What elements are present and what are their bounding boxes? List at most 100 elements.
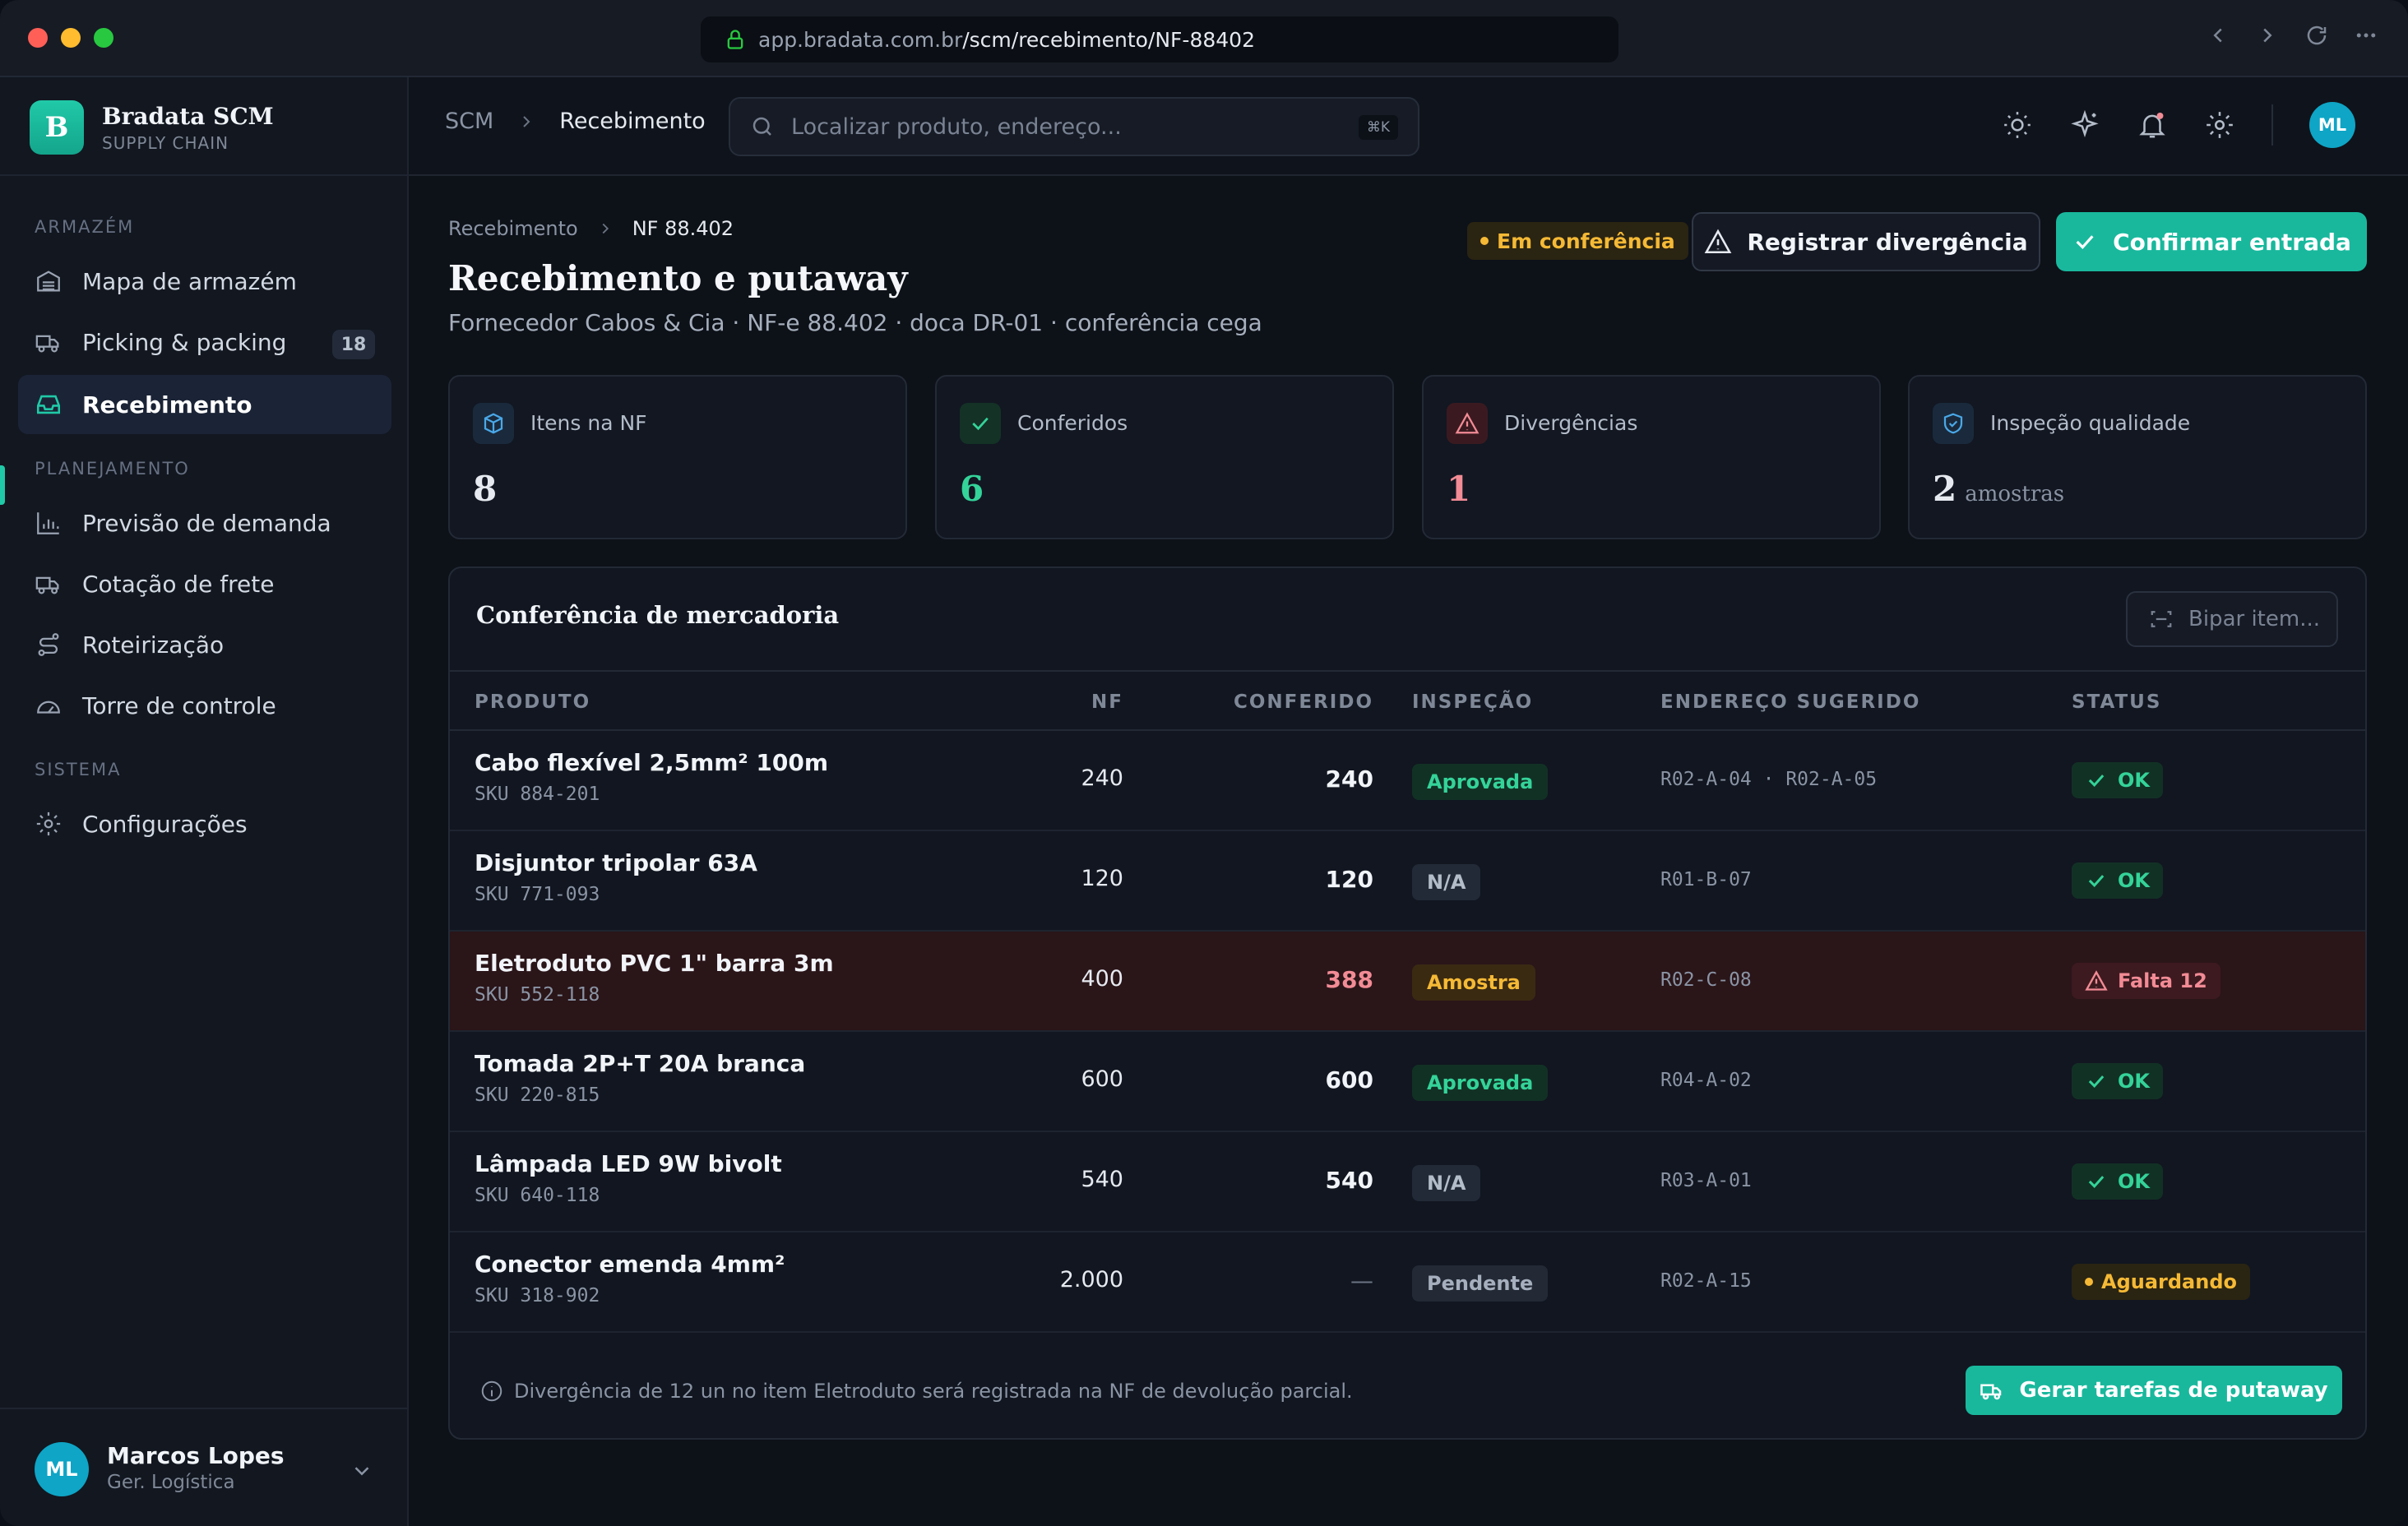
status-dot [1480, 237, 1489, 245]
status-label: Aguardando [2101, 1270, 2237, 1293]
suggested-address: R02-C-08 [1660, 969, 1752, 991]
sidebar: B Bradata SCM SUPPLY CHAIN ARMAZÉM Mapa … [0, 77, 409, 1526]
stat-number: 2 [1933, 469, 1957, 509]
stat-label: Divergências [1504, 411, 1638, 435]
reload-icon[interactable] [2304, 23, 2329, 48]
sidebar-item-label: Roteirização [82, 631, 225, 659]
check-icon [2088, 1176, 2105, 1189]
check-icon [2088, 1075, 2105, 1089]
status-label: OK [2118, 869, 2150, 892]
column-header-nf[interactable]: NF [1091, 691, 1123, 713]
footer-note-text: Divergência de 12 un no item Eletroduto … [514, 1380, 1353, 1403]
stat-value: 8 [473, 469, 497, 509]
search-placeholder: Localizar produto, endereço... [791, 113, 1122, 140]
sidebar-item-label: Configurações [82, 810, 248, 838]
status-badge: Aguardando [2072, 1264, 2250, 1300]
check-icon [2088, 775, 2105, 788]
stat-unit: amostras [1965, 482, 2065, 506]
breadcrumb: SCM Recebimento [445, 109, 706, 134]
stat-card-itens: Itens na NF 8 [448, 375, 907, 539]
sidebar-item-label: Torre de controle [82, 691, 276, 719]
freight-icon [35, 576, 59, 594]
maximize-window-button[interactable] [94, 28, 113, 48]
url-text: app.bradata.com.br/scm/recebimento/NF-88… [758, 28, 1255, 52]
nf-quantity: 120 [1081, 866, 1123, 891]
product-sku: SKU 318-902 [475, 1285, 600, 1306]
sidebar-item-label: Picking & packing [82, 328, 287, 356]
sparkle-icon[interactable] [2069, 109, 2100, 141]
button-label: Confirmar entrada [2113, 228, 2351, 256]
status-badge: OK [2072, 1063, 2163, 1099]
register-divergence-button[interactable]: Registrar divergência [1692, 212, 2040, 271]
sidebar-item-mapa-armazem[interactable]: Mapa de armazém [18, 252, 391, 311]
button-label: Registrar divergência [1747, 228, 2028, 256]
column-header-endereco[interactable]: ENDEREÇO SUGERIDO [1660, 691, 1920, 713]
scan-item-input[interactable]: Bipar item... [2126, 591, 2338, 647]
sidebar-section-sistema: SISTEMA [35, 760, 122, 779]
topbar: SCM Recebimento Localizar produto, ender… [409, 77, 2408, 176]
checked-quantity: 600 [1325, 1066, 1373, 1094]
generate-putaway-tasks-button[interactable]: Gerar tarefas de putaway [1966, 1366, 2342, 1415]
gear-icon[interactable] [2204, 109, 2235, 141]
table-row[interactable]: Cabo flexível 2,5mm² 100m SKU 884-201 24… [450, 731, 2365, 831]
address-bar[interactable]: app.bradata.com.br/scm/recebimento/NF-88… [701, 16, 1618, 62]
sidebar-item-previsao[interactable]: Previsão de demanda [18, 493, 391, 553]
inspection-badge: Aprovada [1412, 1065, 1549, 1101]
sidebar-item-label: Recebimento [82, 391, 252, 418]
status-badge: Falta 12 [2072, 963, 2220, 999]
sidebar-item-roteirizacao[interactable]: Roteirização [18, 615, 391, 674]
column-header-conferido[interactable]: CONFERIDO [1234, 691, 1373, 713]
suggested-address: R02-A-04 · R02-A-05 [1660, 769, 1878, 790]
status-label: OK [2118, 1070, 2150, 1093]
table-row[interactable]: Eletroduto PVC 1" barra 3m SKU 552-118 4… [450, 932, 2365, 1032]
info-icon [481, 1380, 502, 1402]
table-row[interactable]: Lâmpada LED 9W bivolt SKU 640-118 540 54… [450, 1132, 2365, 1232]
sidebar-item-cotacao-frete[interactable]: Cotação de frete [18, 554, 391, 613]
confirm-entry-button[interactable]: Confirmar entrada [2056, 212, 2367, 271]
brand-logo: B [30, 100, 84, 155]
column-header-status[interactable]: STATUS [2072, 691, 2161, 713]
inspection-badge: N/A [1412, 1165, 1481, 1201]
warning-icon [1447, 403, 1488, 444]
minimize-window-button[interactable] [61, 28, 81, 48]
table-row[interactable]: Disjuntor tripolar 63A SKU 771-093 120 1… [450, 831, 2365, 932]
user-menu[interactable]: ML Marcos Lopes Ger. Logística [0, 1408, 409, 1526]
sidebar-item-recebimento[interactable]: Recebimento [18, 375, 391, 434]
status-badge: Em conferência [1467, 222, 1688, 260]
checked-quantity: 540 [1325, 1167, 1373, 1194]
close-window-button[interactable] [28, 28, 48, 48]
brand[interactable]: B Bradata SCM SUPPLY CHAIN [30, 100, 274, 155]
bell-icon[interactable] [2137, 109, 2168, 141]
stat-value: 6 [960, 469, 984, 509]
stat-card-inspecao: Inspeção qualidade 2 amostras [1908, 375, 2367, 539]
stat-label: Itens na NF [530, 411, 647, 435]
sidebar-item-label: Cotação de frete [82, 570, 275, 598]
warning-icon [1705, 229, 1732, 254]
search-shortcut: ⌘K [1358, 115, 1398, 140]
status-badge: OK [2072, 762, 2163, 798]
avatar: ML [35, 1442, 89, 1496]
table-row[interactable]: Tomada 2P+T 20A branca SKU 220-815 600 6… [450, 1032, 2365, 1132]
nf-quantity: 400 [1081, 966, 1123, 992]
stat-number: 1 [1447, 469, 1471, 509]
column-header-inspecao[interactable]: INSPEÇÃO [1412, 691, 1533, 713]
sun-icon[interactable] [2002, 109, 2033, 141]
breadcrumb-scm[interactable]: SCM [445, 109, 493, 134]
sidebar-item-configuracoes[interactable]: Configurações [18, 794, 391, 853]
forward-icon[interactable] [2255, 23, 2280, 48]
table-row[interactable]: Conector emenda 4mm² SKU 318-902 2.000 —… [450, 1232, 2365, 1333]
stat-value: 2 amostras [1933, 469, 2064, 509]
check-icon [2088, 875, 2105, 888]
back-icon[interactable] [2206, 23, 2230, 48]
search-input[interactable]: Localizar produto, endereço... ⌘K [729, 97, 1419, 156]
column-header-produto[interactable]: PRODUTO [475, 691, 590, 713]
avatar[interactable]: ML [2309, 102, 2355, 148]
product-name: Cabo flexível 2,5mm² 100m [475, 749, 829, 776]
sidebar-item-torre-controle[interactable]: Torre de controle [18, 676, 391, 735]
sidebar-item-picking[interactable]: Picking & packing 18 [18, 312, 391, 372]
breadcrumb-recebimento[interactable]: Recebimento [448, 217, 578, 240]
checked-quantity: 388 [1325, 966, 1373, 993]
footer-note: Divergência de 12 un no item Eletroduto … [479, 1379, 1353, 1403]
more-icon[interactable] [2354, 23, 2378, 48]
status-label: Em conferência [1497, 229, 1675, 253]
